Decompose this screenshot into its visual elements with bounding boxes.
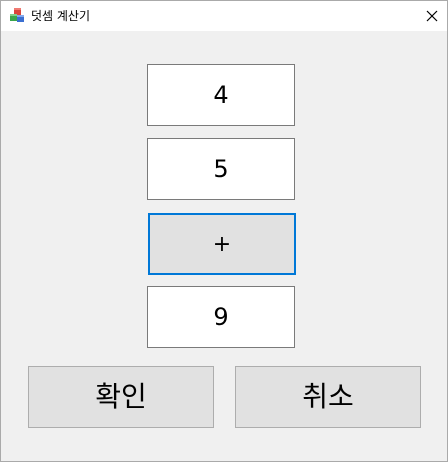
cubes-icon bbox=[9, 7, 27, 25]
title-bar: 덧셈 계산기 bbox=[1, 1, 447, 31]
close-button[interactable] bbox=[417, 1, 447, 31]
operator-button[interactable]: + bbox=[148, 213, 296, 275]
confirm-button[interactable]: 확인 bbox=[28, 366, 214, 428]
close-icon bbox=[426, 7, 438, 26]
first-number-field[interactable] bbox=[147, 64, 295, 126]
calculator-window: 덧셈 계산기 + 확인 취소 bbox=[0, 0, 448, 462]
second-number-field[interactable] bbox=[147, 138, 295, 200]
client-area: + 확인 취소 bbox=[1, 32, 447, 461]
result-field[interactable] bbox=[147, 286, 295, 348]
window-title: 덧셈 계산기 bbox=[31, 9, 91, 23]
cancel-button[interactable]: 취소 bbox=[235, 366, 421, 428]
